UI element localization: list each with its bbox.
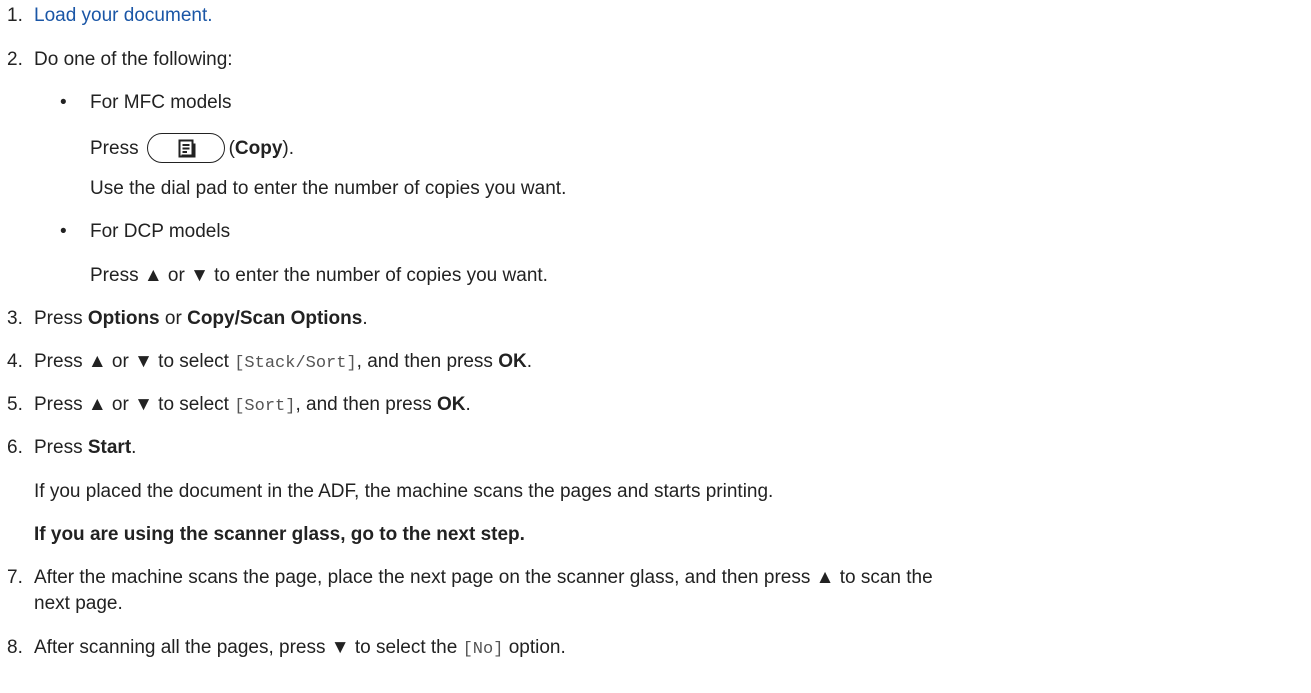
text-post: .	[362, 308, 368, 329]
ok-label: OK	[437, 394, 466, 415]
text-pre: Press	[34, 308, 88, 329]
load-document-link[interactable]: Load your document.	[34, 4, 213, 28]
text-post: .	[526, 351, 532, 372]
no-option-code: [No]	[462, 640, 504, 659]
ok-label: OK	[498, 351, 527, 372]
dial-pad-text: Use the dial pad to enter the number of …	[90, 178, 567, 199]
step-number: 7.	[7, 567, 23, 588]
copy-scan-options-label: Copy/Scan Options	[187, 308, 363, 329]
press-label: Press	[90, 138, 139, 160]
step-number: 4.	[7, 351, 23, 372]
step-number: 3.	[7, 308, 23, 329]
copy-label: Copy	[234, 138, 283, 160]
press-copy-text: Press (Copy).	[90, 133, 295, 164]
text-pre: Press	[34, 437, 88, 458]
step-number: 5.	[7, 394, 23, 415]
sort-code: [Sort]	[234, 397, 296, 416]
text-post: option.	[503, 637, 566, 658]
copy-button-graphic	[146, 133, 225, 163]
stack-sort-code: [Stack/Sort]	[234, 354, 357, 373]
text-mid: or	[159, 308, 188, 329]
step-number: 2.	[7, 49, 23, 70]
step-text: Press ▲ or ▼ to select [Sort], and then …	[34, 393, 471, 419]
glass-note-text: If you are using the scanner glass, go t…	[34, 524, 525, 545]
text-pre: Press ▲ or ▼ to select	[34, 394, 235, 415]
bullet-label: For DCP models	[90, 221, 231, 242]
paren-close: ).	[282, 138, 295, 160]
start-label: Start	[87, 437, 132, 458]
options-label: Options	[87, 308, 160, 329]
bullet: •	[60, 221, 67, 242]
adf-note-text: If you placed the document in the ADF, t…	[34, 481, 774, 502]
text-pre: Press ▲ or ▼ to select	[34, 351, 235, 372]
text-mid: , and then press	[356, 351, 499, 372]
step-number: 8.	[7, 637, 23, 658]
step-text: next page.	[34, 593, 123, 614]
text-pre: After scanning all the pages, press ▼ to…	[34, 637, 463, 658]
step-text: Press Options or Copy/Scan Options.	[34, 307, 368, 331]
copy-button-icon	[178, 139, 196, 158]
text-post: .	[465, 394, 471, 415]
bullet: •	[60, 92, 67, 113]
step-text: Press Start.	[34, 436, 136, 460]
step-number: 6.	[7, 437, 23, 458]
text-post: .	[131, 437, 137, 458]
step-text: Press ▲ or ▼ to select [Stack/Sort], and…	[34, 350, 532, 376]
bullet-label: For MFC models	[90, 92, 232, 113]
step-number: 1.	[7, 5, 23, 26]
step-text: After scanning all the pages, press ▼ to…	[34, 636, 566, 662]
step-text: After the machine scans the page, place …	[34, 567, 933, 588]
text-mid: , and then press	[295, 394, 437, 415]
dcp-instruction-text: Press ▲ or ▼ to enter the number of copi…	[90, 265, 548, 286]
step-text: Do one of the following:	[34, 49, 233, 70]
